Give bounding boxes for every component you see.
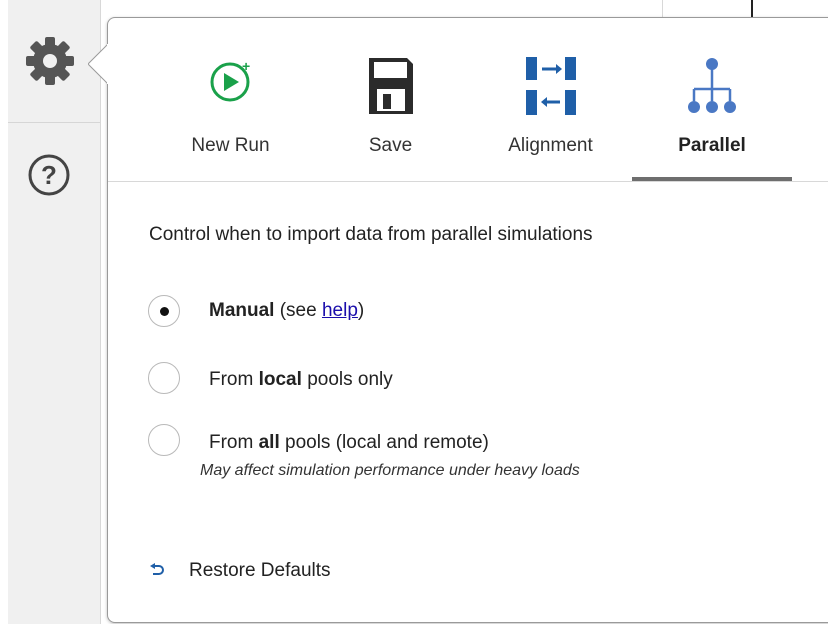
new-run-icon: + (210, 58, 250, 102)
background-cursor-line (751, 0, 753, 18)
option-local-bold: local (258, 369, 302, 390)
radio-button-local[interactable] (148, 362, 180, 394)
undo-arrow-icon (150, 563, 164, 575)
active-tab-indicator (632, 177, 792, 181)
alignment-label: Alignment (508, 135, 593, 156)
save-button[interactable]: Save (333, 18, 448, 182)
option-all-label: From all pools (local and remote) (209, 432, 489, 454)
option-manual-close: ) (357, 300, 365, 321)
restore-defaults-label: Restore Defaults (189, 560, 331, 581)
option-all-bold: all (258, 432, 280, 453)
toolbar-divider (108, 181, 828, 182)
new-run-label: New Run (191, 135, 270, 156)
background-divider (662, 0, 663, 18)
option-all-note: May affect simulation performance under … (200, 462, 580, 479)
gear-icon[interactable] (22, 33, 78, 89)
panel-description: Control when to import data from paralle… (149, 224, 593, 245)
floppy-disk-icon (368, 58, 413, 114)
option-local-suffix: pools only (301, 369, 393, 390)
svg-text:+: + (242, 58, 250, 74)
new-run-button[interactable]: + New Run (158, 18, 303, 182)
settings-popup: + New Run Save Alignment Parallel Contro… (107, 17, 828, 623)
radio-button-manual[interactable] (148, 295, 180, 327)
option-manual-label: Manual (see help) (209, 300, 364, 322)
toolbar: + New Run Save Alignment Parallel (108, 18, 828, 182)
option-manual-suffix: (see (274, 300, 322, 321)
save-label: Save (368, 135, 413, 156)
help-link[interactable]: help (322, 300, 358, 321)
option-manual-bold: Manual (209, 300, 275, 321)
app-stage: ? + New Run Save Alignment Parallel Cont… (0, 0, 828, 624)
question-circle-icon[interactable]: ? (27, 153, 71, 197)
option-local-prefix: From (209, 369, 259, 390)
option-all-prefix: From (209, 432, 259, 453)
alignment-arrows-icon (525, 57, 576, 115)
parallel-label: Parallel (678, 135, 746, 156)
radio-button-all[interactable] (148, 424, 180, 456)
left-rail (8, 0, 101, 624)
popup-pointer (88, 44, 112, 84)
alignment-button[interactable]: Alignment (478, 18, 623, 182)
svg-text:?: ? (41, 160, 57, 190)
tab-parallel[interactable]: Parallel (632, 18, 792, 182)
parallel-tree-icon (688, 58, 736, 113)
option-local-label: From local pools only (209, 369, 393, 391)
option-all-suffix: pools (local and remote) (279, 432, 489, 453)
rail-divider (8, 122, 100, 123)
